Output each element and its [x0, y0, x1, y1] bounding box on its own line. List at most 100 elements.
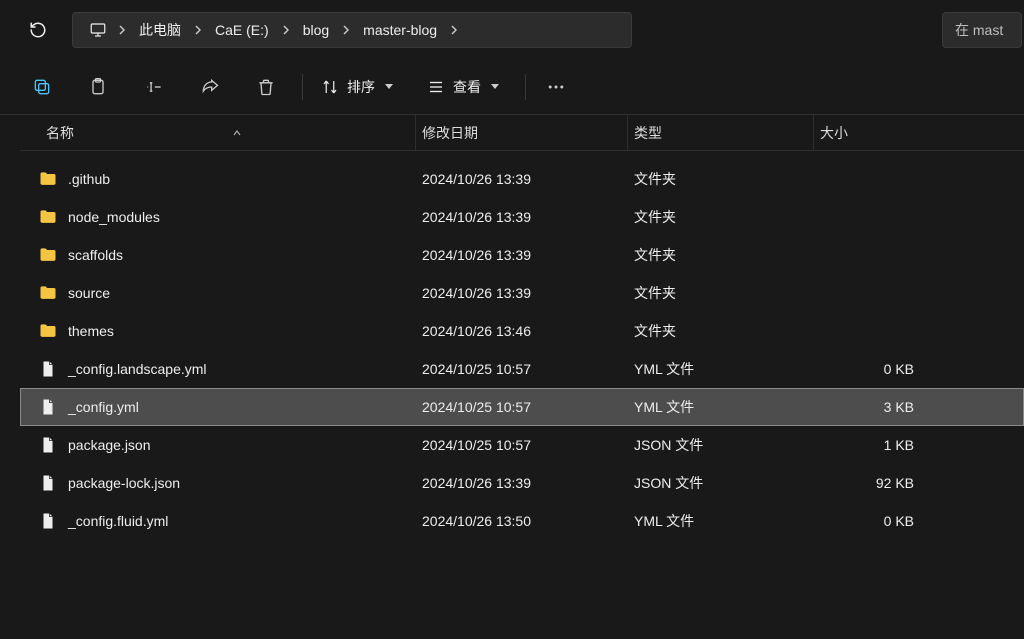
folder-icon: [38, 321, 58, 341]
file-pane: 名称 修改日期 类型 大小 .github2024/10/26 13:39文件夹…: [0, 115, 1024, 639]
file-icon: [38, 435, 58, 455]
chevron-right-icon: [189, 13, 207, 47]
file-name: themes: [68, 323, 114, 339]
file-row[interactable]: _config.yml 2024/10/25 10:57YML 文件3 KB: [20, 388, 1024, 426]
column-header-size-label: 大小: [820, 123, 848, 143]
file-row[interactable]: node_modules 2024/10/26 13:39文件夹: [20, 198, 1024, 236]
file-size: 3 KB: [814, 399, 934, 415]
view-label: 查看: [453, 77, 481, 97]
file-list: 名称 修改日期 类型 大小 .github2024/10/26 13:39文件夹…: [20, 115, 1024, 639]
file-name: _config.landscape.yml: [68, 361, 207, 377]
column-header-size[interactable]: 大小: [814, 115, 934, 150]
file-date: 2024/10/26 13:50: [416, 513, 628, 529]
file-row[interactable]: _config.landscape.yml 2024/10/25 10:57YML…: [20, 350, 1024, 388]
folder-icon: [38, 283, 58, 303]
file-date: 2024/10/26 13:39: [416, 475, 628, 491]
column-header-name-label: 名称: [46, 123, 74, 143]
column-headers: 名称 修改日期 类型 大小: [20, 115, 1024, 151]
chevron-right-icon: [445, 13, 463, 47]
file-row[interactable]: _config.fluid.yml2024/10/26 13:50YML 文件0…: [20, 502, 1024, 540]
chevron-right-icon: [113, 13, 131, 47]
paste-icon: [88, 77, 108, 97]
folder-icon: [38, 169, 58, 189]
view-icon: [427, 78, 445, 96]
column-header-name[interactable]: 名称: [20, 115, 416, 150]
breadcrumb-drive[interactable]: CaE (E:): [207, 13, 277, 47]
file-icon: [38, 511, 58, 531]
file-name: source: [68, 285, 110, 301]
file-row[interactable]: package-lock.json 2024/10/26 13:39JSON 文件…: [20, 464, 1024, 502]
chevron-right-icon: [277, 13, 295, 47]
this-pc-icon[interactable]: [83, 13, 113, 47]
copy-button[interactable]: [22, 67, 62, 107]
file-row[interactable]: scaffolds2024/10/26 13:39文件夹: [20, 236, 1024, 274]
file-date: 2024/10/25 10:57: [416, 437, 628, 453]
sort-icon: [321, 78, 339, 96]
file-type: YML 文件: [628, 359, 814, 379]
file-type: JSON 文件: [628, 473, 814, 493]
file-rows: .github2024/10/26 13:39文件夹 node_modules2…: [20, 151, 1024, 540]
file-date: 2024/10/25 10:57: [416, 399, 628, 415]
breadcrumb-this-pc[interactable]: 此电脑: [131, 13, 189, 47]
file-date: 2024/10/26 13:39: [416, 171, 628, 187]
file-size: 0 KB: [814, 513, 934, 529]
refresh-icon: [29, 21, 47, 39]
file-date: 2024/10/26 13:39: [416, 247, 628, 263]
file-type: 文件夹: [628, 321, 814, 341]
delete-button[interactable]: [246, 67, 286, 107]
toolbar-separator: [302, 74, 303, 100]
trash-icon: [256, 77, 276, 97]
file-type: 文件夹: [628, 207, 814, 227]
share-button[interactable]: [190, 67, 230, 107]
search-placeholder: 在 mast: [955, 20, 1003, 40]
breadcrumb[interactable]: 此电脑 CaE (E:) blog master-blog: [72, 12, 632, 48]
file-type: 文件夹: [628, 245, 814, 265]
more-icon: [546, 77, 566, 97]
sort-button[interactable]: 排序: [313, 67, 401, 107]
file-name: package.json: [68, 437, 151, 453]
search-input[interactable]: 在 mast: [942, 12, 1022, 48]
file-row[interactable]: package.json2024/10/25 10:57JSON 文件1 KB: [20, 426, 1024, 464]
file-row[interactable]: themes 2024/10/26 13:46文件夹: [20, 312, 1024, 350]
file-row[interactable]: .github 2024/10/26 13:39文件夹: [20, 160, 1024, 198]
file-row[interactable]: source2024/10/26 13:39文件夹: [20, 274, 1024, 312]
chevron-right-icon: [337, 13, 355, 47]
file-icon: [38, 473, 58, 493]
file-date: 2024/10/26 13:46: [416, 323, 628, 339]
rename-icon: [144, 77, 164, 97]
file-date: 2024/10/25 10:57: [416, 361, 628, 377]
file-size: 0 KB: [814, 361, 934, 377]
left-gutter: [0, 115, 20, 639]
breadcrumb-master-blog[interactable]: master-blog: [355, 13, 445, 47]
chevron-down-icon: [491, 84, 499, 89]
file-icon: [38, 359, 58, 379]
column-header-type[interactable]: 类型: [628, 115, 814, 150]
column-header-date-label: 修改日期: [422, 123, 478, 143]
column-header-date[interactable]: 修改日期: [416, 115, 628, 150]
rename-button[interactable]: [134, 67, 174, 107]
file-size: 92 KB: [814, 475, 934, 491]
sort-indicator-icon: [232, 125, 242, 141]
file-type: 文件夹: [628, 169, 814, 189]
file-type: JSON 文件: [628, 435, 814, 455]
file-name: node_modules: [68, 209, 160, 225]
file-name: .github: [68, 171, 110, 187]
breadcrumb-blog[interactable]: blog: [295, 13, 337, 47]
file-date: 2024/10/26 13:39: [416, 209, 628, 225]
view-button[interactable]: 查看: [419, 67, 507, 107]
file-date: 2024/10/26 13:39: [416, 285, 628, 301]
more-button[interactable]: [536, 67, 576, 107]
file-name: package-lock.json: [68, 475, 180, 491]
paste-button[interactable]: [78, 67, 118, 107]
refresh-button[interactable]: [22, 14, 54, 46]
file-type: YML 文件: [628, 397, 814, 417]
file-type: YML 文件: [628, 511, 814, 531]
share-icon: [200, 77, 220, 97]
column-header-type-label: 类型: [634, 123, 662, 143]
toolbar-separator: [525, 74, 526, 100]
file-name: _config.yml: [68, 399, 139, 415]
address-bar: 此电脑 CaE (E:) blog master-blog 在 mast: [0, 0, 1024, 59]
toolbar: 排序 查看: [0, 59, 1024, 115]
folder-icon: [38, 245, 58, 265]
folder-icon: [38, 207, 58, 227]
